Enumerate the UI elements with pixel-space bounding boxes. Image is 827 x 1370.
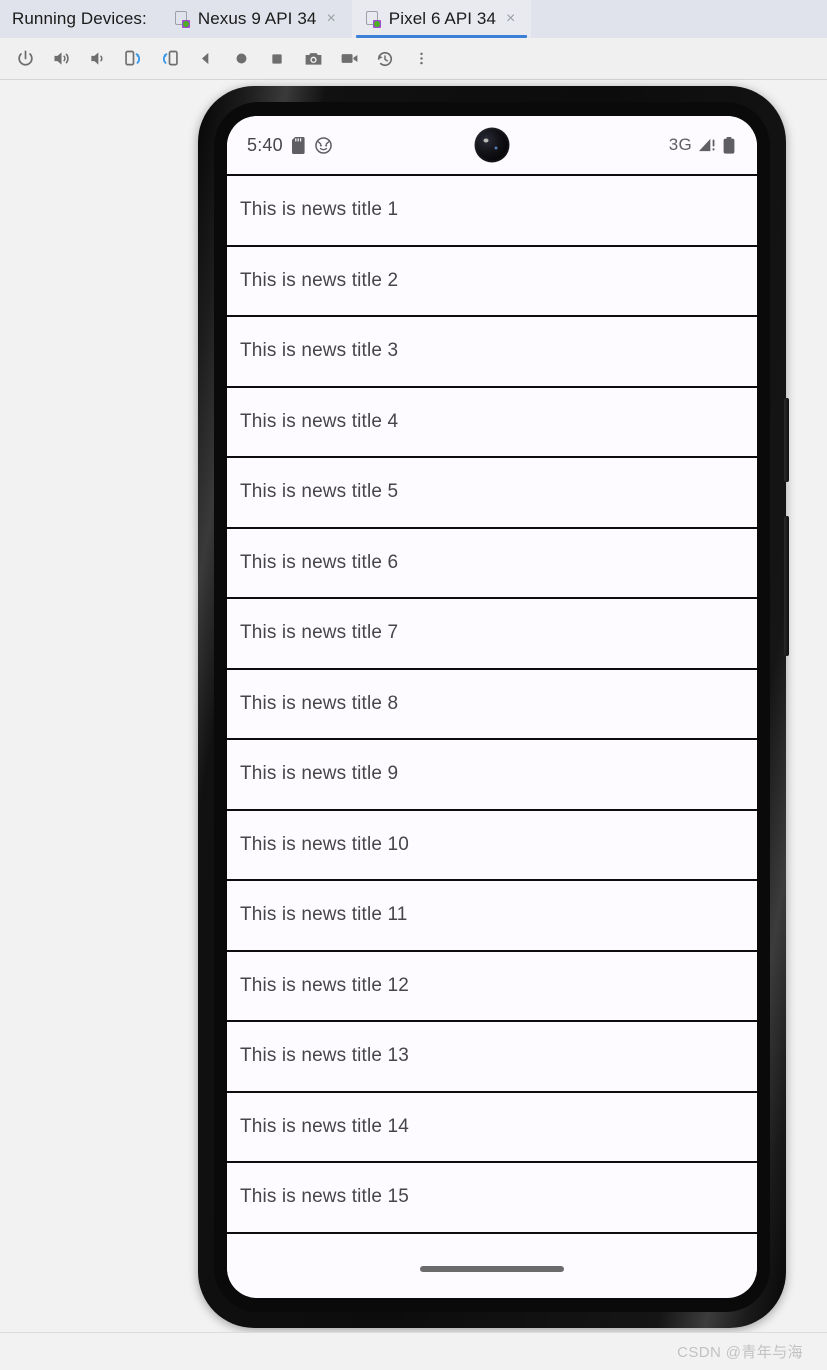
- device-power-button[interactable]: [784, 398, 789, 482]
- home-button[interactable]: [224, 42, 258, 76]
- device-volume-rocker[interactable]: [784, 516, 789, 656]
- list-item-label: This is news title 4: [240, 410, 399, 432]
- list-item-label: This is news title 15: [240, 1186, 409, 1208]
- list-item[interactable]: This is news title 1: [227, 176, 757, 247]
- network-type-label: 3G: [668, 135, 692, 154]
- volume-down-button[interactable]: [80, 42, 114, 76]
- list-item-label: This is news title 2: [240, 269, 399, 291]
- square-icon: [272, 53, 282, 64]
- status-bar-left: 5:40: [247, 135, 332, 156]
- emulator-window: Running Devices: Nexus 9 API 34 × Pixel …: [0, 0, 827, 1370]
- list-item[interactable]: This is news title 7: [227, 599, 757, 670]
- device-frame: 5:40 3G This is news title 1 This is new…: [198, 86, 789, 1328]
- list-item[interactable]: This is news title 14: [227, 1092, 757, 1163]
- sd-card-icon: [291, 136, 305, 154]
- status-time: 5:40: [247, 134, 283, 155]
- smiley-face-icon: [315, 136, 332, 154]
- list-item-label: This is news title 6: [240, 551, 399, 573]
- rotate-right-icon: [162, 50, 178, 66]
- rotate-left-icon: [124, 50, 140, 66]
- list-item[interactable]: This is news title 10: [227, 810, 757, 881]
- volume-down-icon: [90, 52, 103, 65]
- list-item-label: This is news title 3: [240, 340, 399, 362]
- watermark-label: CSDN @青年与海: [677, 1344, 803, 1361]
- status-bar-right: 3G: [669, 135, 735, 155]
- list-item[interactable]: This is news title 4: [227, 387, 757, 458]
- tab-nexus-9-api-34[interactable]: Nexus 9 API 34 ×: [161, 0, 352, 38]
- list-item[interactable]: This is news title 12: [227, 951, 757, 1022]
- video-camera-icon: [341, 54, 357, 63]
- device-icon: [174, 10, 190, 28]
- list-item-label: This is news title 9: [240, 763, 399, 785]
- volume-up-icon: [54, 52, 69, 65]
- gesture-nav-area: [227, 1233, 757, 1290]
- volume-up-button[interactable]: [44, 42, 78, 76]
- gesture-home-bar[interactable]: [420, 1265, 564, 1272]
- footer-bar: CSDN @青年与海: [0, 1332, 827, 1370]
- tab-label: Pixel 6 API 34: [388, 9, 497, 28]
- list-item-label: This is news title 5: [240, 481, 399, 503]
- record-button[interactable]: [332, 42, 366, 76]
- list-item[interactable]: This is news title 2: [227, 246, 757, 317]
- camera-punch-hole: [474, 127, 510, 163]
- circle-icon: [236, 53, 246, 64]
- list-item[interactable]: This is news title 5: [227, 458, 757, 529]
- close-icon[interactable]: ×: [324, 11, 337, 27]
- android-status-bar: 5:40 3G: [227, 116, 757, 174]
- news-list[interactable]: This is news title 1 This is news title …: [227, 174, 757, 1234]
- tab-pixel-6-api-34[interactable]: Pixel 6 API 34 ×: [351, 0, 532, 38]
- list-item[interactable]: This is news title 9: [227, 740, 757, 811]
- emulator-toolbar: [0, 38, 827, 80]
- rotate-right-button[interactable]: [152, 42, 186, 76]
- more-button[interactable]: [404, 42, 438, 76]
- list-item-label: This is news title 7: [240, 622, 399, 644]
- battery-icon: [723, 136, 735, 154]
- screenshot-button[interactable]: [296, 42, 330, 76]
- back-button[interactable]: [188, 42, 222, 76]
- page-title: Running Devices:: [12, 9, 147, 28]
- list-item[interactable]: This is news title 8: [227, 669, 757, 740]
- signal-warning-icon: [698, 138, 715, 152]
- history-button[interactable]: [368, 42, 402, 76]
- kebab-menu-icon: [419, 52, 423, 65]
- list-item-label: This is news title 1: [240, 199, 399, 221]
- list-item[interactable]: This is news title 13: [227, 1022, 757, 1093]
- list-item[interactable]: This is news title 6: [227, 528, 757, 599]
- running-devices-header: Running Devices: Nexus 9 API 34 × Pixel …: [0, 0, 827, 38]
- list-item-label: This is news title 8: [240, 692, 399, 714]
- rotate-left-button[interactable]: [116, 42, 150, 76]
- camera-icon: [305, 53, 321, 65]
- list-item[interactable]: This is news title 15: [227, 1163, 757, 1234]
- overview-button[interactable]: [260, 42, 294, 76]
- close-icon[interactable]: ×: [504, 11, 517, 27]
- list-item[interactable]: This is news title 11: [227, 881, 757, 952]
- list-item-label: This is news title 12: [240, 974, 409, 996]
- list-item-label: This is news title 14: [240, 1115, 409, 1137]
- power-button[interactable]: [8, 42, 42, 76]
- device-screen: 5:40 3G This is news title 1 This is new…: [227, 116, 757, 1298]
- list-item-label: This is news title 13: [240, 1045, 409, 1067]
- tab-label: Nexus 9 API 34: [197, 9, 317, 28]
- list-item-label: This is news title 10: [240, 833, 409, 855]
- device-icon: [365, 10, 381, 28]
- list-item[interactable]: This is news title 3: [227, 317, 757, 388]
- power-icon: [17, 50, 33, 66]
- triangle-left-icon: [201, 52, 208, 65]
- list-item-label: This is news title 11: [240, 904, 408, 926]
- clock-rewind-icon: [377, 51, 393, 66]
